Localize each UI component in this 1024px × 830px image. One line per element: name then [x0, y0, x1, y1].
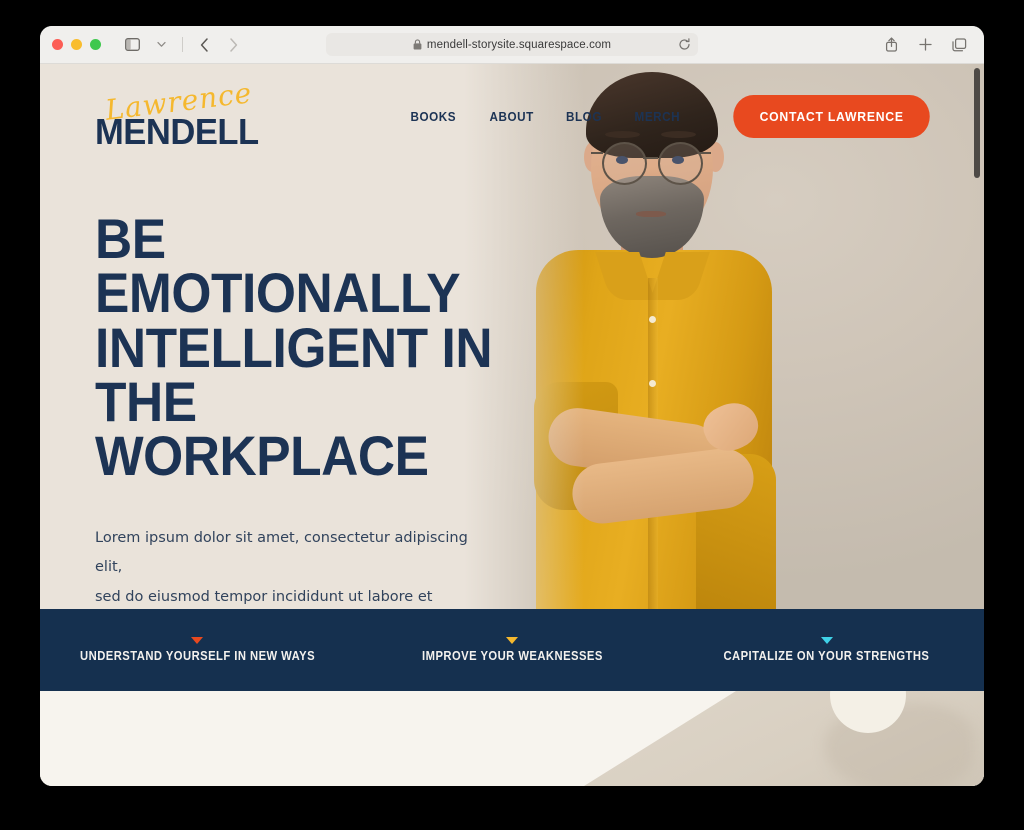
feature-highlight-bar: UNDERSTAND YOURSELF IN NEW WAYS IMPROVE …	[40, 609, 984, 691]
new-tab-button[interactable]	[912, 33, 938, 57]
address-bar[interactable]: mendell-storysite.squarespace.com	[326, 33, 698, 56]
feature-label: UNDERSTAND YOURSELF IN NEW WAYS	[79, 649, 315, 663]
toolbar-nav-icons	[119, 33, 246, 57]
forward-button[interactable]	[220, 33, 246, 57]
page-scrollbar[interactable]	[972, 64, 982, 786]
feature-item-capitalize[interactable]: CAPITALIZE ON YOUR STRENGTHS	[669, 637, 984, 663]
next-content-section	[40, 691, 984, 786]
triangle-marker-icon	[820, 637, 833, 644]
hero-headline: BE EMOTIONALLY INTELLIGENT IN THE WORKPL…	[95, 207, 493, 488]
share-icon[interactable]	[878, 33, 904, 57]
zoom-window-button[interactable]	[90, 39, 101, 50]
portrait-beard	[600, 176, 704, 258]
triangle-marker-icon	[191, 637, 204, 644]
feature-item-understand[interactable]: UNDERSTAND YOURSELF IN NEW WAYS	[40, 637, 355, 663]
shirt-button	[649, 380, 656, 387]
nav-item-about[interactable]: ABOUT	[489, 109, 533, 124]
site-header: Lawrence MENDELL BOOKS ABOUT BLOG MERCH …	[40, 64, 984, 168]
close-window-button[interactable]	[52, 39, 63, 50]
nav-item-blog[interactable]: BLOG	[566, 109, 602, 124]
feature-label: IMPROVE YOUR WEAKNESSES	[421, 649, 603, 663]
triangle-marker-icon	[506, 637, 518, 644]
portrait-lips	[636, 211, 666, 217]
lock-icon	[413, 39, 422, 50]
logo-name-text: MENDELL	[95, 111, 259, 152]
browser-toolbar: mendell-storysite.squarespace.com	[40, 26, 984, 64]
primary-navigation: BOOKS ABOUT BLOG MERCH CONTACT LAWRENCE	[408, 94, 936, 138]
nav-item-books[interactable]: BOOKS	[411, 109, 457, 124]
browser-window: mendell-storysite.squarespace.com Lawren…	[40, 26, 984, 786]
hero-copy-block: BE EMOTIONALLY INTELLIGENT IN THE WORKPL…	[95, 207, 535, 609]
toolbar-right-icons	[878, 33, 972, 57]
url-text: mendell-storysite.squarespace.com	[426, 38, 612, 51]
hero-subheadline: Lorem ipsum dolor sit amet, consectetur …	[95, 529, 468, 605]
contact-lawrence-button[interactable]: CONTACT LAWRENCE	[732, 94, 930, 138]
hero-section: Lawrence MENDELL BOOKS ABOUT BLOG MERCH …	[40, 64, 984, 609]
chevron-down-icon[interactable]	[148, 33, 174, 57]
page-viewport: Lawrence MENDELL BOOKS ABOUT BLOG MERCH …	[40, 64, 984, 786]
window-traffic-lights	[52, 39, 101, 50]
minimize-window-button[interactable]	[71, 39, 82, 50]
page-scrollbar-thumb[interactable]	[974, 68, 980, 178]
nav-item-merch[interactable]: MERCH	[634, 109, 680, 124]
toolbar-divider	[182, 37, 183, 52]
shirt-button	[649, 316, 656, 323]
feature-item-improve[interactable]: IMPROVE YOUR WEAKNESSES	[355, 637, 670, 663]
site-logo[interactable]: Lawrence MENDELL	[95, 76, 259, 152]
reload-icon[interactable]	[677, 38, 691, 52]
feature-label: CAPITALIZE ON YOUR STRENGTHS	[723, 649, 930, 663]
sidebar-icon[interactable]	[119, 33, 145, 57]
tab-overview-icon[interactable]	[946, 33, 972, 57]
back-button[interactable]	[191, 33, 217, 57]
